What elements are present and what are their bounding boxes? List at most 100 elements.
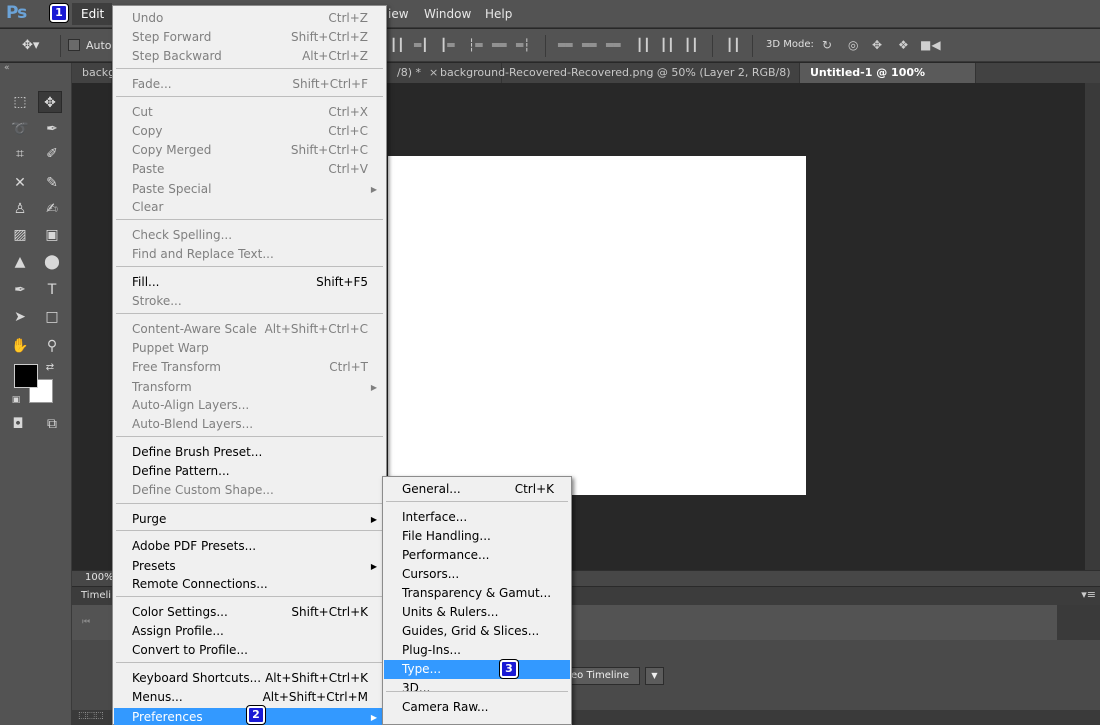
vertical-scrollbar[interactable] bbox=[1085, 83, 1100, 570]
preferences-menu-item[interactable]: Cursors... bbox=[384, 565, 570, 584]
brush-icon[interactable]: ✎ bbox=[40, 172, 64, 194]
eraser-icon[interactable]: ▨ bbox=[8, 224, 32, 246]
screen-mode-icon[interactable]: ⧉ bbox=[40, 413, 64, 435]
preferences-menu-item[interactable]: Interface... bbox=[384, 508, 570, 527]
preferences-menu-item[interactable]: Performance... bbox=[384, 546, 570, 565]
healing-brush-icon[interactable]: ✕ bbox=[8, 172, 32, 194]
menu-edit[interactable]: Edit bbox=[72, 3, 112, 25]
path-select-icon[interactable]: ➤ bbox=[8, 306, 32, 328]
edit-menu-item[interactable]: Paste Special ▶ bbox=[114, 180, 385, 199]
3d-roll-icon[interactable]: ◎ bbox=[848, 38, 858, 52]
edit-menu-item[interactable]: Presets ▶ bbox=[114, 557, 385, 576]
edit-menu-item[interactable]: Undo Ctrl+Z bbox=[114, 9, 385, 28]
edit-menu-item[interactable]: Step Forward Shift+Ctrl+Z bbox=[114, 28, 385, 47]
chevron-down-icon[interactable]: ▼ bbox=[645, 667, 664, 685]
go-to-first-frame-icon[interactable]: ⏮ bbox=[82, 617, 90, 627]
edit-menu-item[interactable]: Adobe PDF Presets... bbox=[114, 537, 385, 556]
distribute-bottom-icon[interactable]: ══ bbox=[606, 38, 620, 52]
edit-menu-item[interactable]: Transform ▶ bbox=[114, 378, 385, 397]
align-left-icon[interactable]: ┆═ bbox=[468, 38, 482, 52]
align-vcenter-icon[interactable]: ═┃ bbox=[414, 38, 428, 52]
pen-icon[interactable]: ✒ bbox=[8, 279, 32, 301]
menu-window[interactable]: Window bbox=[424, 7, 471, 21]
auto-select-checkbox[interactable] bbox=[68, 39, 80, 51]
menu-help[interactable]: Help bbox=[485, 7, 512, 21]
crop-icon[interactable]: ⌗ bbox=[8, 143, 32, 165]
edit-menu-item[interactable]: Color Settings... Shift+Ctrl+K bbox=[114, 603, 385, 622]
3d-slide-icon[interactable]: ❖ bbox=[898, 38, 909, 52]
align-top-icon[interactable]: ┃┃ bbox=[390, 38, 404, 52]
edit-menu-item[interactable]: Free Transform Ctrl+T bbox=[114, 358, 385, 377]
default-colors-icon[interactable]: ▣ bbox=[4, 389, 28, 411]
edit-menu-item[interactable]: Check Spelling... bbox=[114, 226, 385, 245]
3d-drag-icon[interactable]: ✥ bbox=[872, 38, 882, 52]
3d-scale-icon[interactable]: ■◀ bbox=[920, 38, 941, 52]
3d-rotate-icon[interactable]: ↻ bbox=[822, 38, 832, 52]
panel-menu-icon[interactable]: ▾≡ bbox=[1081, 588, 1096, 601]
preferences-menu-item[interactable]: Guides, Grid & Slices... bbox=[384, 622, 570, 641]
edit-menu-item[interactable]: Keyboard Shortcuts... Alt+Shift+Ctrl+K bbox=[114, 669, 385, 688]
zoom-level[interactable]: 100% bbox=[85, 572, 114, 583]
distribute-right-icon[interactable]: ┃┃ bbox=[684, 38, 698, 52]
edit-menu-item[interactable]: Fill... Shift+F5 bbox=[114, 273, 385, 292]
zoom-icon[interactable]: ⚲ bbox=[40, 335, 64, 357]
edit-menu-item[interactable]: Purge ▶ bbox=[114, 510, 385, 529]
blur-icon[interactable]: ▲ bbox=[8, 251, 32, 273]
distribute-vcenter-icon[interactable]: ══ bbox=[582, 38, 596, 52]
edit-menu-item[interactable]: Stroke... bbox=[114, 292, 385, 311]
timeline-footer-icons[interactable]: ⬚⬚⬚ bbox=[78, 711, 104, 721]
edit-menu-item[interactable]: Content-Aware Scale Alt+Shift+Ctrl+C bbox=[114, 320, 385, 339]
edit-menu-item[interactable]: Paste Ctrl+V bbox=[114, 160, 385, 179]
foreground-color-swatch[interactable] bbox=[14, 364, 38, 388]
distribute-top-icon[interactable]: ══ bbox=[558, 38, 572, 52]
edit-menu-item[interactable]: Menus... Alt+Shift+Ctrl+M bbox=[114, 688, 385, 707]
edit-menu-item[interactable]: Find and Replace Text... bbox=[114, 245, 385, 264]
edit-menu-item[interactable]: Auto-Align Layers... bbox=[114, 396, 385, 415]
edit-menu-item[interactable]: Remote Connections... bbox=[114, 575, 385, 594]
edit-menu-item[interactable]: Puppet Warp bbox=[114, 339, 385, 358]
gradient-icon[interactable]: ▣ bbox=[40, 224, 64, 246]
eyedropper-icon[interactable]: ✐ bbox=[40, 143, 64, 165]
preferences-menu-item[interactable]: General... Ctrl+K bbox=[384, 480, 570, 499]
align-bottom-icon[interactable]: ┃═ bbox=[440, 38, 454, 52]
preferences-menu-item[interactable]: Plug-Ins... bbox=[384, 641, 570, 660]
edit-menu-item[interactable]: Fade... Shift+Ctrl+F bbox=[114, 75, 385, 94]
edit-menu-item[interactable]: Define Brush Preset... bbox=[114, 443, 385, 462]
move-icon[interactable]: ✥ bbox=[38, 91, 62, 113]
quick-mask-icon[interactable]: ◘ bbox=[6, 413, 30, 435]
quick-select-icon[interactable]: ✒ bbox=[40, 118, 64, 140]
edit-menu-item[interactable]: Convert to Profile... bbox=[114, 641, 385, 660]
history-brush-icon[interactable]: ✍ bbox=[40, 198, 64, 220]
edit-menu-item[interactable]: Step Backward Alt+Ctrl+Z bbox=[114, 47, 385, 66]
preferences-menu-item[interactable]: File Handling... bbox=[384, 527, 570, 546]
edit-menu-item[interactable]: Define Pattern... bbox=[114, 462, 385, 481]
align-right-icon[interactable]: ═┆ bbox=[516, 38, 530, 52]
edit-menu-item[interactable]: Clear bbox=[114, 198, 385, 217]
preferences-menu-item[interactable]: Type... bbox=[384, 660, 570, 679]
edit-menu-item[interactable]: Define Custom Shape... bbox=[114, 481, 385, 500]
dodge-icon[interactable]: ⬤ bbox=[40, 251, 64, 273]
move-tool-preset-icon[interactable]: ✥▾ bbox=[22, 38, 39, 53]
tab-document-active[interactable]: Untitled-1 @ 100% (RGB/8)× bbox=[800, 63, 976, 99]
preferences-menu-item[interactable]: Camera Raw... bbox=[384, 698, 570, 717]
rectangle-icon[interactable]: □ bbox=[40, 306, 64, 328]
preferences-menu-item[interactable]: 3D... bbox=[384, 679, 570, 698]
marquee-icon[interactable]: ⬚ bbox=[8, 91, 32, 113]
collapse-icon[interactable]: « bbox=[4, 63, 10, 73]
preferences-menu-item[interactable]: Transparency & Gamut... bbox=[384, 584, 570, 603]
tab-document-1[interactable]: backgr bbox=[72, 63, 120, 83]
timeline-tab[interactable]: Timeli bbox=[81, 590, 111, 601]
preferences-menu-item[interactable]: Units & Rulers... bbox=[384, 603, 570, 622]
auto-align-icon[interactable]: ┃┃ bbox=[726, 38, 740, 52]
document-canvas[interactable] bbox=[388, 156, 806, 495]
hand-icon[interactable]: ✋ bbox=[8, 335, 32, 357]
edit-menu-item[interactable]: Cut Ctrl+X bbox=[114, 103, 385, 122]
edit-menu-item[interactable]: Copy Ctrl+C bbox=[114, 122, 385, 141]
type-icon[interactable]: T bbox=[40, 279, 64, 301]
edit-menu-item[interactable]: Assign Profile... bbox=[114, 622, 385, 641]
edit-menu-item[interactable]: Copy Merged Shift+Ctrl+C bbox=[114, 141, 385, 160]
clone-stamp-icon[interactable]: ♙ bbox=[8, 198, 32, 220]
menu-view[interactable]: iew bbox=[388, 7, 409, 21]
distribute-hcenter-icon[interactable]: ┃┃ bbox=[660, 38, 674, 52]
lasso-icon[interactable]: ➰ bbox=[8, 118, 32, 140]
